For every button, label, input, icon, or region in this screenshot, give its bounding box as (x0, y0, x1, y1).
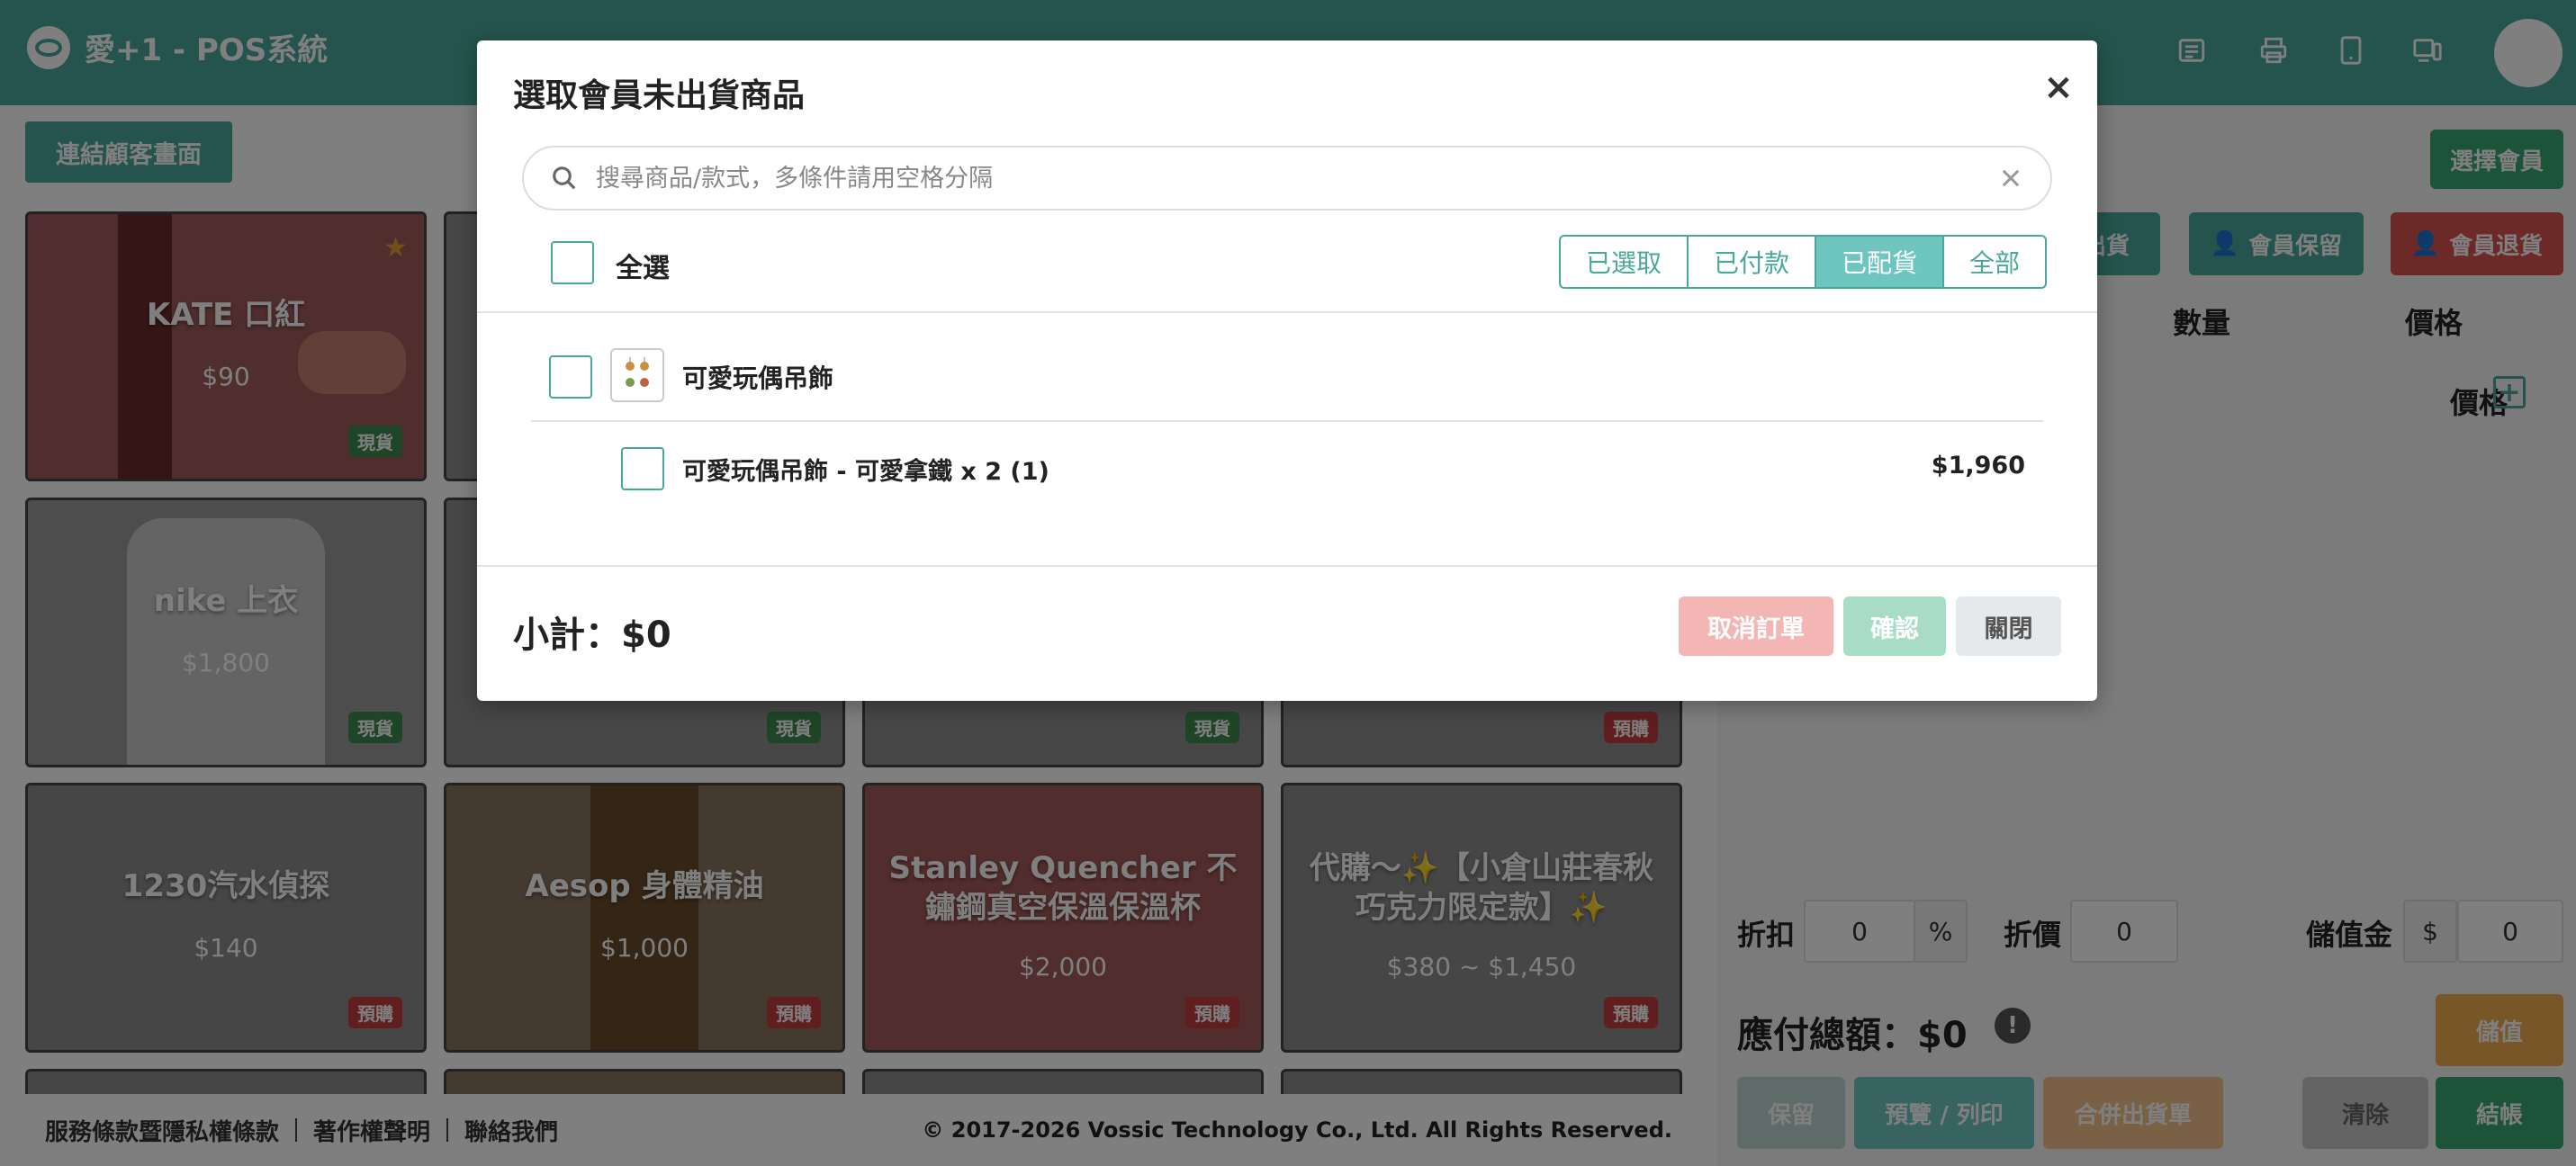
close-button[interactable]: 關閉 (1956, 596, 2061, 656)
search-icon (553, 166, 576, 190)
group-checkbox[interactable] (549, 355, 592, 399)
item-label: 可愛玩偶吊飾 - 可愛拿鐵 x 2 (1) (682, 458, 1049, 486)
group-name: 可愛玩偶吊飾 (682, 363, 834, 393)
subtotal: 小計：$0 (513, 614, 671, 656)
filter-selected[interactable]: 已選取 (1561, 237, 1689, 287)
cancel-order-button[interactable]: 取消訂單 (1679, 596, 1833, 656)
item-price: $1,960 (1931, 452, 2025, 480)
close-icon[interactable]: × (2039, 67, 2078, 108)
filter-allocated[interactable]: 已配貨 (1816, 237, 1944, 287)
select-all-label: 全選 (616, 253, 670, 284)
filter-all[interactable]: 全部 (1944, 237, 2045, 287)
status-filter: 已選取 已付款 已配貨 全部 (1559, 235, 2047, 289)
search-input[interactable] (596, 164, 1998, 193)
divider (477, 565, 2097, 567)
search-box (522, 146, 2052, 211)
item-checkbox[interactable] (621, 447, 664, 490)
product-thumbnail (610, 348, 664, 402)
confirm-button[interactable]: 確認 (1843, 596, 1946, 656)
divider (531, 420, 2043, 422)
select-all-checkbox[interactable] (551, 241, 594, 284)
filter-paid[interactable]: 已付款 (1689, 237, 1816, 287)
clear-search-icon[interactable] (1998, 166, 2023, 191)
divider (477, 311, 2097, 313)
modal-title: 選取會員未出貨商品 (513, 77, 806, 114)
unshipped-items-modal: 選取會員未出貨商品 × 全選 已選取 已付款 已配貨 全部 可愛玩偶吊飾 可愛玩… (477, 40, 2097, 701)
